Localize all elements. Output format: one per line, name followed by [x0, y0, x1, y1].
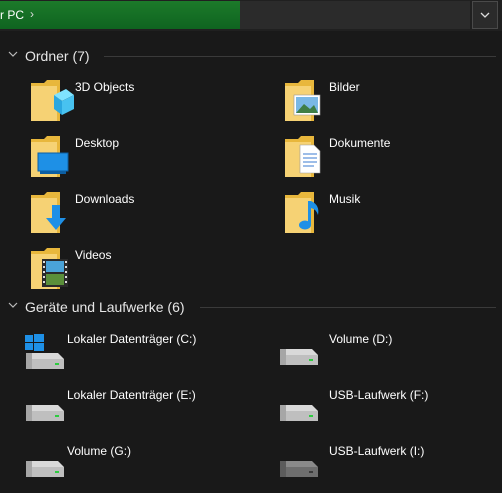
folder-label: Dokumente — [329, 136, 391, 150]
hard-drive-icon — [280, 349, 318, 365]
folder-item-musik[interactable]: Musik — [284, 187, 502, 241]
usb-drive-icon — [280, 461, 318, 477]
drive-label: Volume (G:) — [67, 444, 132, 458]
group-title-folders: Ordner (7) — [25, 48, 90, 64]
drive-label: Lokaler Datenträger (C:) — [67, 332, 197, 346]
pictures-folder-icon — [285, 80, 321, 121]
folder-label: Musik — [329, 192, 361, 206]
folder-item-dokumente[interactable]: Dokumente — [284, 131, 502, 185]
folder-item-bilder[interactable]: Bilder — [284, 75, 502, 129]
drive-item-c[interactable]: Lokaler Datenträger (C:) — [22, 327, 262, 381]
folder-label: Videos — [75, 248, 112, 262]
address-field[interactable]: r PC › — [0, 1, 470, 29]
drive-item-g[interactable]: Volume (G:) — [22, 439, 262, 493]
drive-item-d[interactable]: Volume (D:) — [280, 327, 502, 381]
drive-item-i[interactable]: USB-Laufwerk (I:) — [280, 439, 502, 493]
folder-item-videos[interactable]: Videos — [30, 243, 270, 297]
group-divider — [200, 307, 496, 308]
music-folder-icon — [285, 192, 319, 233]
downloads-folder-icon — [31, 192, 66, 233]
group-header-drives[interactable]: Geräte und Laufwerke (6) — [0, 297, 500, 317]
videos-folder-icon — [31, 248, 68, 289]
folder-item-downloads[interactable]: Downloads — [30, 187, 270, 241]
usb-drive-icon — [280, 405, 318, 421]
drive-label: Volume (D:) — [329, 332, 393, 346]
windows-drive-icon — [25, 334, 64, 369]
folder-item-3d-objects[interactable]: 3D Objects — [30, 75, 270, 129]
address-dropdown-button[interactable] — [472, 1, 498, 29]
folder-label: Desktop — [75, 136, 120, 150]
folder-label: 3D Objects — [75, 80, 135, 94]
drive-label: Lokaler Datenträger (E:) — [67, 388, 196, 402]
folder-label: Downloads — [75, 192, 135, 206]
breadcrumb-chevron-icon[interactable]: › — [30, 7, 34, 21]
address-progress-fill — [0, 1, 240, 29]
folder-item-desktop[interactable]: Desktop — [30, 131, 270, 185]
group-title-drives: Geräte und Laufwerke (6) — [25, 299, 185, 315]
address-bar: r PC › — [0, 0, 502, 31]
desktop-folder-icon — [31, 136, 69, 177]
hard-drive-icon — [26, 461, 64, 477]
documents-folder-icon — [285, 136, 321, 177]
drive-label: USB-Laufwerk (I:) — [329, 444, 425, 458]
chevron-down-icon — [480, 12, 490, 18]
group-divider — [104, 56, 496, 57]
drive-item-f[interactable]: USB-Laufwerk (F:) — [280, 383, 502, 437]
collapse-chevron-icon[interactable] — [8, 302, 18, 310]
drive-item-e[interactable]: Lokaler Datenträger (E:) — [22, 383, 262, 437]
drive-label: USB-Laufwerk (F:) — [329, 388, 429, 402]
folder-label: Bilder — [329, 80, 360, 94]
collapse-chevron-icon[interactable] — [8, 51, 18, 59]
hard-drive-icon — [26, 405, 64, 421]
address-path-text: r PC — [0, 8, 24, 22]
3d-objects-folder-icon — [31, 80, 74, 121]
group-header-folders[interactable]: Ordner (7) — [0, 46, 500, 66]
